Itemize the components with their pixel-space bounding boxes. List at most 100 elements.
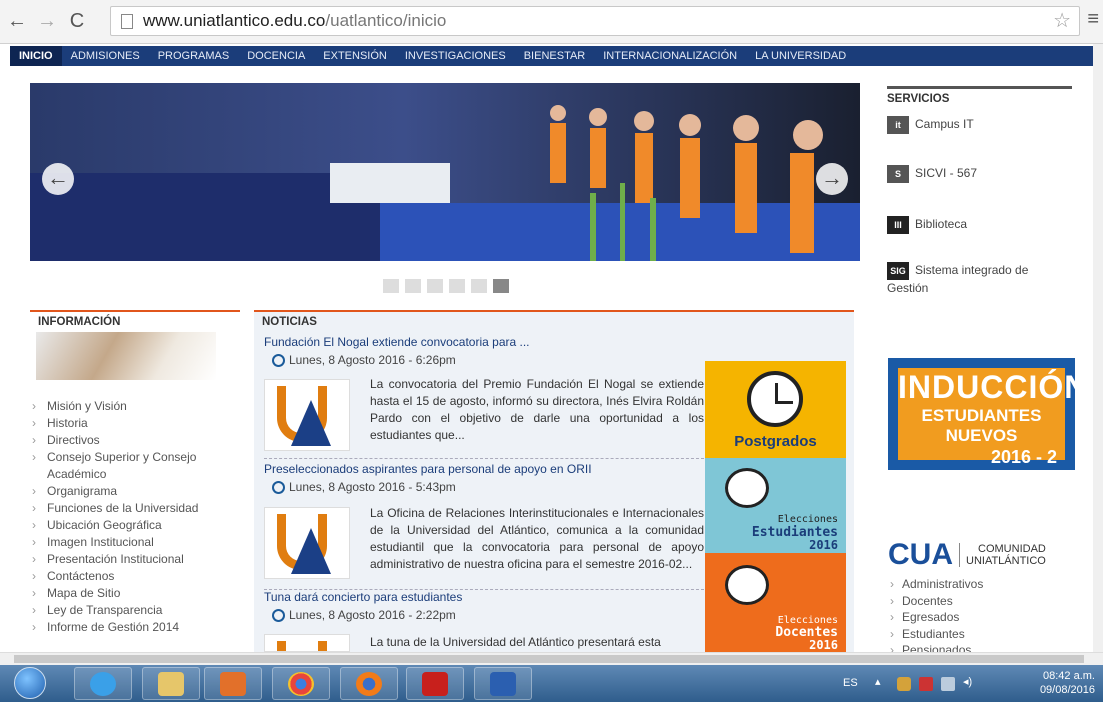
news-thumbnail[interactable] — [264, 634, 350, 652]
slider-dot[interactable] — [449, 279, 465, 293]
comunidad-links: Administrativos Docentes Egresados Estud… — [888, 576, 1078, 659]
news-separator — [264, 458, 704, 459]
volume-icon[interactable]: ◂) — [963, 675, 977, 689]
info-item-ubicacion[interactable]: Ubicación Geográfica — [30, 517, 240, 534]
url-host: www.uniatlantico.edu.co — [143, 11, 326, 30]
taskbar-word[interactable] — [474, 667, 532, 700]
link-administrativos[interactable]: Administrativos — [888, 576, 1078, 593]
slider-prev-icon[interactable]: ← — [42, 163, 74, 195]
info-item-mision[interactable]: Misión y Visión — [30, 398, 240, 415]
clock-icon — [272, 354, 285, 368]
nav-bienestar[interactable]: BIENESTAR — [515, 46, 595, 66]
info-item-informe[interactable]: Informe de Gestión 2014 — [30, 619, 240, 636]
clock-tile-icon — [747, 371, 803, 427]
nav-extension[interactable]: EXTENSIÓN — [314, 46, 396, 66]
hero-slider[interactable]: ← → — [30, 83, 860, 261]
cua-name-line1: COMUNIDAD — [978, 543, 1046, 555]
info-item-consejo[interactable]: Consejo Superior y Consejo Académico — [30, 449, 240, 483]
taskbar-chrome[interactable] — [272, 667, 330, 700]
scroll-thumb[interactable] — [14, 655, 1084, 663]
service-biblioteca[interactable]: III Biblioteca — [887, 216, 1072, 234]
system-clock[interactable]: 08:42 a.m. 09/08/2016 — [1040, 669, 1095, 697]
news-item: Preseleccionados aspirantes para persona… — [264, 462, 704, 495]
info-item-funciones[interactable]: Funciones de la Universidad — [30, 500, 240, 517]
browser-menu-icon[interactable]: ≡ — [1087, 8, 1099, 31]
language-indicator[interactable]: ES — [843, 677, 858, 689]
link-estudiantes[interactable]: Estudiantes — [888, 626, 1078, 643]
service-sicvi[interactable]: S SICVI - 567 — [887, 165, 1072, 183]
start-button[interactable] — [8, 667, 52, 700]
media-player-icon — [220, 672, 246, 696]
news-date: Lunes, 8 Agosto 2016 - 5:43pm — [264, 480, 704, 495]
browser-toolbar: ← → C www.uniatlantico.edu.co/uatlantico… — [0, 0, 1103, 44]
info-item-imagen[interactable]: Imagen Institucional — [30, 534, 240, 551]
nav-internacionalizacion[interactable]: INTERNACIONALIZACIÓN — [594, 46, 746, 66]
info-item-historia[interactable]: Historia — [30, 415, 240, 432]
forward-icon[interactable]: → — [36, 10, 58, 32]
noticias-title: NOTICIAS — [262, 316, 317, 328]
info-item-presentacion[interactable]: Presentación Institucional — [30, 551, 240, 568]
taskbar-firefox[interactable] — [340, 667, 398, 700]
news-title[interactable]: Preseleccionados aspirantes para persona… — [264, 462, 704, 476]
cua-name: COMUNIDAD UNIATLÁNTICO — [959, 543, 1046, 567]
sicvi-icon: S — [887, 165, 909, 183]
slider-dot[interactable] — [383, 279, 399, 293]
slider-dot[interactable] — [427, 279, 443, 293]
url-path: /uatlantico/inicio — [325, 11, 447, 30]
taskbar-explorer[interactable] — [142, 667, 200, 700]
nav-docencia[interactable]: DOCENCIA — [238, 46, 314, 66]
nav-inicio[interactable]: INICIO — [10, 46, 62, 66]
news-item: Fundación El Nogal extiende convocatoria… — [264, 335, 704, 368]
chat-bubble-icon — [725, 565, 769, 605]
reload-icon[interactable]: C — [66, 10, 88, 32]
nav-investigaciones[interactable]: INVESTIGACIONES — [396, 46, 515, 66]
chrome-icon — [288, 672, 314, 696]
word-icon — [490, 672, 516, 696]
address-bar[interactable]: www.uniatlantico.edu.co/uatlantico/inici… — [110, 6, 1080, 36]
taskbar-media[interactable] — [204, 667, 262, 700]
display-icon[interactable] — [941, 677, 955, 691]
taskbar-acrobat[interactable] — [406, 667, 464, 700]
elecciones-estudiantes-tile[interactable]: Elecciones Estudiantes 2016 — [705, 458, 846, 553]
link-egresados[interactable]: Egresados — [888, 609, 1078, 626]
info-item-organigrama[interactable]: Organigrama — [30, 483, 240, 500]
induccion-period: 2016 - 2 — [990, 447, 1057, 467]
slider-dot[interactable] — [405, 279, 421, 293]
folder-icon — [158, 672, 184, 696]
info-item-directivos[interactable]: Directivos — [30, 432, 240, 449]
slider-next-icon[interactable]: → — [816, 163, 848, 195]
info-item-transparencia[interactable]: Ley de Transparencia — [30, 602, 240, 619]
back-icon[interactable]: ← — [6, 10, 28, 32]
info-item-mapa[interactable]: Mapa de Sitio — [30, 585, 240, 602]
info-item-contactenos[interactable]: Contáctenos — [30, 568, 240, 585]
service-sig[interactable]: SIG Sistema integrado de Gestión — [887, 262, 1072, 297]
clock-icon — [272, 609, 285, 623]
action-center-icon[interactable] — [919, 677, 933, 691]
slider-dot-active[interactable] — [493, 279, 509, 293]
news-item: Tuna dará concierto para estudiantes Lun… — [264, 590, 704, 623]
postgrados-tile[interactable]: Postgrados — [705, 361, 846, 458]
elecciones-docentes-tile[interactable]: Elecciones Docentes 2016 — [705, 553, 846, 652]
news-thumbnail[interactable] — [264, 507, 350, 579]
news-title[interactable]: Fundación El Nogal extiende convocatoria… — [264, 335, 704, 349]
vertical-scrollbar[interactable] — [1093, 44, 1103, 652]
news-thumbnail[interactable] — [264, 379, 350, 451]
nav-programas[interactable]: PROGRAMAS — [149, 46, 239, 66]
horizontal-scrollbar[interactable] — [0, 652, 1103, 665]
slider-dot[interactable] — [471, 279, 487, 293]
sig-icon: SIG — [887, 262, 909, 280]
nav-la-universidad[interactable]: LA UNIVERSIDAD — [746, 46, 855, 66]
network-icon[interactable] — [897, 677, 911, 691]
news-title[interactable]: Tuna dará concierto para estudiantes — [264, 590, 704, 604]
service-campus-it[interactable]: it Campus IT — [887, 116, 1072, 134]
induccion-banner[interactable]: INDUCCIÓN ESTUDIANTES NUEVOS 2016 - 2 — [888, 358, 1087, 470]
slider-pager — [383, 279, 515, 296]
informacion-title: INFORMACIÓN — [38, 316, 121, 328]
news-date-text: Lunes, 8 Agosto 2016 - 5:43pm — [289, 480, 456, 494]
link-docentes[interactable]: Docentes — [888, 593, 1078, 610]
taskbar-ie[interactable] — [74, 667, 132, 700]
show-hidden-icons-icon[interactable]: ▴ — [875, 675, 889, 689]
informacion-list: Misión y Visión Historia Directivos Cons… — [30, 398, 240, 636]
nav-admisiones[interactable]: ADMISIONES — [62, 46, 149, 66]
bookmark-star-icon[interactable]: ☆ — [1053, 7, 1071, 35]
